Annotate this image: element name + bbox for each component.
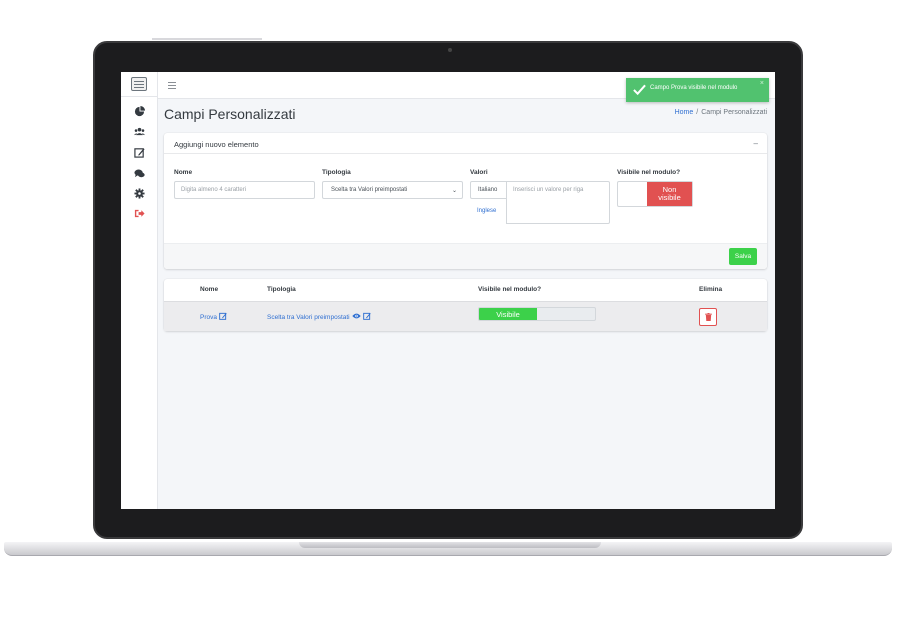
row-tipologia-link[interactable]: Scelta tra Valori preimpostati (267, 312, 371, 321)
eye-icon[interactable] (351, 312, 361, 320)
chart-pie-icon[interactable] (134, 106, 145, 117)
sign-out-icon[interactable] (134, 208, 145, 219)
column-header-tipologia: Tipologia (267, 286, 296, 293)
laptop-hinge-highlight (152, 38, 262, 40)
card-header: Aggiungi nuovo elemento – (164, 133, 767, 154)
fields-table: Nome Tipologia Visibile nel modulo? Elim… (164, 279, 767, 331)
valori-textarea[interactable]: Inserisci un valore per riga (506, 181, 610, 224)
valori-label: Valori (470, 169, 488, 176)
toggle-off-state: Non visibile (647, 182, 692, 206)
save-button[interactable]: Salva (729, 248, 757, 265)
column-header-nome: Nome (200, 286, 219, 293)
card-footer: Salva (164, 243, 767, 269)
success-toast: Campo Prova visibile nel modulo × (626, 78, 769, 102)
visibility-toggle[interactable]: Non visibile (617, 181, 693, 207)
visibility-progress[interactable]: Visibile (478, 307, 596, 321)
sidebar-divider (121, 96, 158, 97)
logo-icon[interactable] (131, 77, 147, 91)
table-row: Prova Scelta tra Valori preimpostati Vis… (164, 301, 767, 331)
nome-input[interactable]: Digita almeno 4 caratteri (174, 181, 315, 199)
row-nome-link[interactable]: Prova (200, 312, 227, 321)
edit-icon[interactable] (134, 147, 145, 158)
users-icon[interactable] (134, 126, 145, 137)
breadcrumb-current: Campi Personalizzati (701, 109, 767, 116)
app-screen: Campo Prova visibile nel modulo × Campi … (121, 72, 775, 509)
row-nome-text: Prova (200, 314, 217, 321)
tipologia-label: Tipologia (322, 169, 351, 176)
card-title: Aggiungi nuovo elemento (174, 140, 259, 149)
collapse-button[interactable]: – (754, 139, 758, 148)
toggle-off-line2: visibile (658, 193, 681, 202)
laptop-base (4, 542, 892, 556)
delete-button[interactable] (699, 308, 717, 326)
hamburger-menu-icon[interactable] (168, 82, 176, 89)
breadcrumb-home-link[interactable]: Home (675, 109, 694, 116)
column-header-elimina: Elimina (699, 286, 723, 293)
edit-icon[interactable] (362, 312, 371, 320)
chevron-down-icon: ⌄ (451, 188, 457, 194)
check-icon (633, 84, 646, 96)
add-element-card: Aggiungi nuovo elemento – Nome Digita al… (164, 133, 767, 269)
camera-dot (448, 48, 452, 52)
page-title: Campi Personalizzati (164, 106, 296, 122)
breadcrumb-separator: / (696, 109, 699, 116)
sidebar (121, 72, 158, 509)
nome-label: Nome (174, 169, 193, 176)
toast-close-button[interactable]: × (760, 80, 764, 87)
tipologia-select[interactable]: Scelta tra Valori preimpostati ⌄ (322, 181, 463, 199)
gear-icon[interactable] (134, 188, 145, 199)
laptop-notch (299, 542, 601, 548)
visibile-label: Visibile nel modulo? (617, 169, 681, 176)
row-tipologia-text: Scelta tra Valori preimpostati (267, 314, 350, 321)
comments-icon[interactable] (134, 168, 145, 179)
visibility-progress-bar: Visibile (479, 308, 537, 320)
toast-message: Campo Prova visibile nel modulo (650, 85, 738, 91)
breadcrumb: Home / Campi Personalizzati (675, 109, 767, 116)
trash-icon (705, 313, 712, 321)
lang-italiano-tab[interactable]: Italiano (470, 181, 507, 199)
lang-inglese-tab[interactable]: Inglese (477, 208, 496, 214)
column-header-visibile: Visibile nel modulo? (478, 286, 542, 293)
edit-icon[interactable] (219, 312, 227, 320)
tipologia-selected-value: Scelta tra Valori preimpostati (331, 187, 408, 193)
